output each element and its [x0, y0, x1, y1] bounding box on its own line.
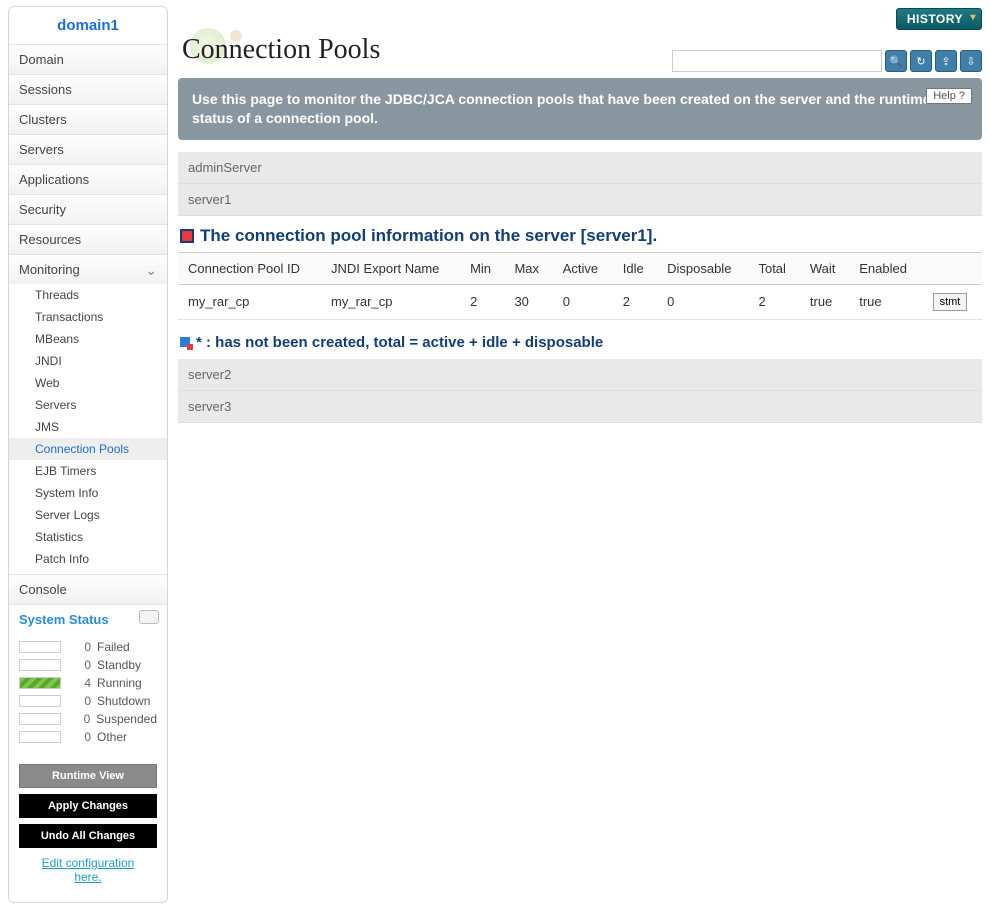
table-cell: 30 — [504, 284, 552, 319]
status-label: Suspended — [96, 712, 157, 726]
runtime-view-button[interactable]: Runtime View — [19, 764, 157, 788]
topbar: HISTORY — [178, 8, 982, 30]
status-count: 0 — [71, 730, 91, 744]
status-label: Shutdown — [97, 694, 150, 708]
status-row-failed: 0 Failed — [9, 638, 167, 656]
column-header: Min — [460, 252, 504, 284]
column-header: Max — [504, 252, 552, 284]
status-row-running: 4 Running — [9, 674, 167, 692]
sidebar-item-sessions[interactable]: Sessions — [9, 74, 167, 104]
sidebar-subitem-server-logs[interactable]: Server Logs — [9, 504, 167, 526]
note-text: * : has not been created, total = active… — [196, 334, 603, 351]
sidebar-subitem-transactions[interactable]: Transactions — [9, 306, 167, 328]
sidebar-subitem-statistics[interactable]: Statistics — [9, 526, 167, 548]
status-row-other: 0 Other — [9, 728, 167, 746]
sidebar-subitem-patch-info[interactable]: Patch Info — [9, 548, 167, 570]
sidebar-subitem-jms[interactable]: JMS — [9, 416, 167, 438]
sidebar-item-applications[interactable]: Applications — [9, 164, 167, 194]
table-cell: 2 — [748, 284, 799, 319]
status-label: Standby — [97, 658, 141, 672]
sidebar-item-clusters[interactable]: Clusters — [9, 104, 167, 134]
sidebar: domain1 DomainSessionsClustersServersApp… — [8, 6, 168, 903]
table-cell: 0 — [553, 284, 613, 319]
table-cell: true — [800, 284, 849, 319]
table-note: * : has not been created, total = active… — [178, 320, 982, 359]
sidebar-subitem-servers[interactable]: Servers — [9, 394, 167, 416]
help-button[interactable]: Help ? — [926, 88, 972, 104]
status-row-suspended: 0 Suspended — [9, 710, 167, 728]
domain-title[interactable]: domain1 — [9, 7, 167, 44]
status-label: Other — [97, 730, 127, 744]
sidebar-subitem-ejb-timers[interactable]: EJB Timers — [9, 460, 167, 482]
status-count: 0 — [71, 712, 91, 726]
column-header: Disposable — [657, 252, 748, 284]
connection-pool-table: Connection Pool IDJNDI Export NameMinMax… — [178, 252, 982, 320]
table-cell: 2 — [460, 284, 504, 319]
server-row-server1[interactable]: server1 — [178, 184, 982, 216]
sidebar-subitem-web[interactable]: Web — [9, 372, 167, 394]
column-header: Wait — [800, 252, 849, 284]
status-row-standby: 0 Standby — [9, 656, 167, 674]
status-swatch-icon — [19, 713, 61, 725]
section-title-text: The connection pool information on the s… — [200, 226, 657, 246]
column-header: Total — [748, 252, 799, 284]
column-header: Idle — [613, 252, 657, 284]
table-cell-action: stmt — [923, 284, 982, 319]
table-cell: 2 — [613, 284, 657, 319]
status-label: Failed — [97, 640, 130, 654]
server-row-server3[interactable]: server3 — [178, 391, 982, 423]
status-count: 0 — [71, 640, 91, 654]
note-bullet-icon — [180, 337, 190, 347]
sidebar-item-servers[interactable]: Servers — [9, 134, 167, 164]
status-swatch-icon — [19, 695, 61, 707]
sidebar-item-security[interactable]: Security — [9, 194, 167, 224]
table-cell: true — [849, 284, 922, 319]
status-swatch-icon — [19, 731, 61, 743]
status-label: Running — [97, 676, 142, 690]
section-heading: The connection pool information on the s… — [178, 216, 982, 252]
sidebar-item-domain[interactable]: Domain — [9, 44, 167, 74]
history-button[interactable]: HISTORY — [896, 8, 982, 30]
status-count: 0 — [71, 658, 91, 672]
stmt-button[interactable]: stmt — [933, 293, 968, 311]
table-cell: my_rar_cp — [321, 284, 460, 319]
section-bullet-icon — [180, 229, 194, 243]
server-row-server2[interactable]: server2 — [178, 359, 982, 391]
status-count: 4 — [71, 676, 91, 690]
system-status-heading: System Status — [9, 604, 167, 634]
sidebar-item-resources[interactable]: Resources — [9, 224, 167, 254]
status-swatch-icon — [19, 641, 61, 653]
status-row-shutdown: 0 Shutdown — [9, 692, 167, 710]
page-title: Connection Pools — [178, 34, 982, 66]
sidebar-subitem-connection-pools[interactable]: Connection Pools — [9, 438, 167, 460]
server-row-adminserver[interactable]: adminServer — [178, 152, 982, 184]
info-text: Use this page to monitor the JDBC/JCA co… — [192, 91, 931, 126]
sidebar-subitem-jndi[interactable]: JNDI — [9, 350, 167, 372]
apply-changes-button[interactable]: Apply Changes — [19, 794, 157, 818]
sidebar-subitem-threads[interactable]: Threads — [9, 284, 167, 306]
undo-all-changes-button[interactable]: Undo All Changes — [19, 824, 157, 848]
status-swatch-icon — [19, 677, 61, 689]
status-indicator-icon — [139, 610, 159, 624]
column-header: JNDI Export Name — [321, 252, 460, 284]
main-content: HISTORY Connection Pools 🔍 ↻ ⇪ ⇩ Use thi… — [174, 0, 990, 909]
table-cell: my_rar_cp — [178, 284, 321, 319]
sidebar-item-monitoring[interactable]: Monitoring — [9, 254, 167, 284]
status-count: 0 — [71, 694, 91, 708]
table-row: my_rar_cpmy_rar_cp2300202truetruestmt — [178, 284, 982, 319]
table-cell: 0 — [657, 284, 748, 319]
sidebar-subitem-system-info[interactable]: System Info — [9, 482, 167, 504]
sidebar-subitem-mbeans[interactable]: MBeans — [9, 328, 167, 350]
column-header: Enabled — [849, 252, 922, 284]
column-header: Connection Pool ID — [178, 252, 321, 284]
sidebar-item-console[interactable]: Console — [9, 574, 167, 604]
info-panel: Use this page to monitor the JDBC/JCA co… — [178, 78, 982, 140]
edit-configuration-link[interactable]: Edit configuration here. — [19, 854, 157, 892]
system-status-label: System Status — [19, 612, 109, 627]
column-header: Active — [553, 252, 613, 284]
status-swatch-icon — [19, 659, 61, 671]
column-header — [923, 252, 982, 284]
